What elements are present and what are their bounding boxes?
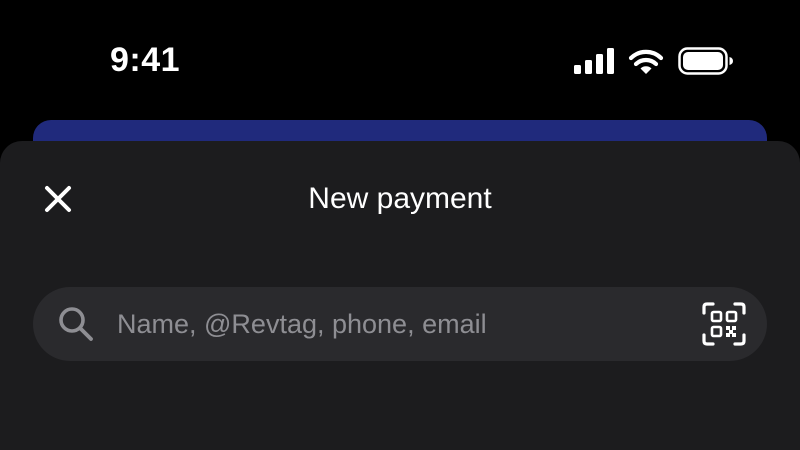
cellular-signal-icon — [574, 48, 614, 74]
battery-icon — [678, 47, 734, 75]
search-input[interactable] — [117, 287, 677, 361]
status-bar: 9:41 — [0, 0, 800, 120]
search-bar[interactable] — [33, 287, 767, 361]
search-icon — [57, 305, 95, 343]
page-title: New payment — [308, 182, 492, 215]
new-payment-sheet: New payment — [0, 141, 800, 450]
status-time: 9:41 — [110, 41, 181, 79]
status-icons — [574, 44, 734, 78]
wifi-icon — [628, 47, 664, 75]
qr-code-scan-icon — [702, 302, 746, 346]
app-screen: 9:41 New payment Name, @Revtag, phone, e… — [0, 0, 800, 450]
qr-scan-button[interactable] — [701, 301, 747, 347]
sheet-header: New payment — [0, 141, 800, 257]
